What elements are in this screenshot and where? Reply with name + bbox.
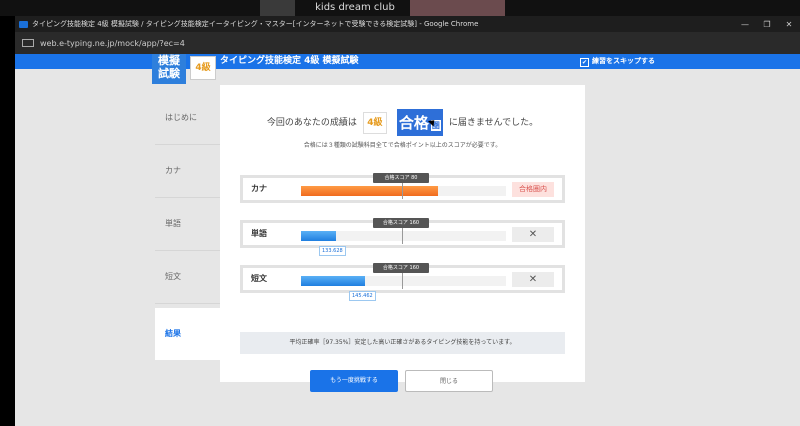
browser-window: タイピング技能検定 4級 模擬試験 / タイピング技能検定イータイピング・マスタ… bbox=[15, 16, 800, 426]
close-icon[interactable]: ✕ bbox=[778, 20, 800, 29]
site-info-icon[interactable] bbox=[22, 39, 34, 47]
address-bar[interactable]: web.e-typing.ne.jp/mock/app/?ec=4 bbox=[15, 32, 800, 54]
result-prefix: 今回のあなたの成績は bbox=[266, 118, 357, 128]
step-item-active: 結果 bbox=[155, 308, 220, 360]
site-favicon-icon bbox=[19, 20, 28, 28]
score-row-label: 単語 bbox=[251, 229, 267, 238]
score-bar: 合格スコア 160 145.462 bbox=[301, 263, 506, 301]
checkmark-icon: ✔ bbox=[580, 58, 589, 67]
score-bar-fill bbox=[301, 276, 365, 286]
score-row: カナ 合格スコア 80 合格圏内 bbox=[240, 173, 565, 203]
step-item: カナ bbox=[155, 145, 220, 198]
participant-video-tile bbox=[410, 0, 505, 16]
score-value-tag: 145.462 bbox=[349, 291, 376, 301]
pass-score-tooltip: 合格スコア 160 bbox=[373, 218, 429, 228]
exam-page: タイピング技能検定 4級 模擬試験 ✔ 練習をスキップする 模擬 試験 4級 はじ… bbox=[15, 54, 800, 426]
page-title: タイピング技能検定 4級 模擬試験 bbox=[220, 56, 359, 66]
window-titlebar: タイピング技能検定 4級 模擬試験 / タイピング技能検定イータイピング・マスタ… bbox=[15, 16, 800, 32]
pass-marker bbox=[402, 273, 403, 289]
skip-practice-checkbox[interactable]: ✔ 練習をスキップする bbox=[580, 54, 655, 69]
logo-line-2: 試験 bbox=[158, 67, 180, 80]
accuracy-summary: 平均正確率［97.35%］安定した高い正確さがあるタイピング技能を持っています。 bbox=[240, 332, 565, 354]
participant-video-tile bbox=[260, 0, 295, 16]
mock-exam-logo: 模擬 試験 bbox=[152, 54, 186, 84]
score-row: 短文 合格スコア 160 145.462 ✕ bbox=[240, 263, 565, 301]
score-bar: 合格スコア 160 133.628 bbox=[301, 218, 506, 256]
score-row-label: 短文 bbox=[251, 274, 267, 283]
minimize-icon[interactable]: — bbox=[734, 20, 756, 29]
url-text[interactable]: web.e-typing.ne.jp/mock/app/?ec=4 bbox=[40, 39, 185, 48]
score-row: 単語 合格スコア 160 133.628 ✕ bbox=[240, 218, 565, 256]
participant-name: kids dream club bbox=[315, 2, 395, 13]
close-button[interactable]: 閉じる bbox=[405, 370, 493, 392]
step-item: はじめに bbox=[155, 92, 220, 145]
pass-marker bbox=[402, 183, 403, 199]
result-headline: 今回のあなたの成績は 4級 合格圏に届きませんでした。 bbox=[220, 109, 585, 136]
pass-score-tooltip: 合格スコア 160 bbox=[373, 263, 429, 273]
meeting-video-strip: kids dream club bbox=[0, 0, 800, 16]
grade-logo: 4級 bbox=[190, 56, 216, 80]
logo-line-1: 模擬 bbox=[158, 54, 180, 67]
maximize-icon[interactable]: ❐ bbox=[756, 20, 778, 29]
pass-marker bbox=[402, 228, 403, 244]
step-nav: はじめに カナ 単語 短文 結果 bbox=[155, 92, 220, 360]
step-item: 短文 bbox=[155, 251, 220, 304]
step-item: 単語 bbox=[155, 198, 220, 251]
fail-x-icon: ✕ bbox=[512, 227, 554, 242]
window-title: タイピング技能検定 4級 模擬試験 / タイピング技能検定イータイピング・マスタ… bbox=[32, 20, 479, 28]
retry-button[interactable]: もう一度挑戦する bbox=[310, 370, 398, 392]
fail-x-icon: ✕ bbox=[512, 272, 554, 287]
page-header: タイピング技能検定 4級 模擬試験 ✔ 練習をスキップする bbox=[15, 54, 800, 69]
skip-practice-label: 練習をスキップする bbox=[592, 57, 655, 65]
pass-label: 合格 bbox=[398, 114, 429, 132]
status-badge: 合格圏内 bbox=[512, 182, 554, 197]
result-suffix: に届きませんでした。 bbox=[448, 118, 539, 128]
pass-score-tooltip: 合格スコア 80 bbox=[373, 173, 429, 183]
result-card: 今回のあなたの成績は 4級 合格圏に届きませんでした。 合格には３種類の試験科目全て… bbox=[220, 85, 585, 392]
pass-requirement-note: 合格には３種類の試験科目全てで合格ポイント以上のスコアが必要です。 bbox=[303, 142, 502, 149]
score-bar: 合格スコア 80 bbox=[301, 173, 506, 199]
score-bar-fill bbox=[301, 186, 439, 196]
grade-badge: 4級 bbox=[362, 111, 387, 134]
score-value-tag: 133.628 bbox=[319, 246, 346, 256]
score-row-label: カナ bbox=[251, 184, 267, 193]
score-bar-fill bbox=[301, 231, 336, 241]
